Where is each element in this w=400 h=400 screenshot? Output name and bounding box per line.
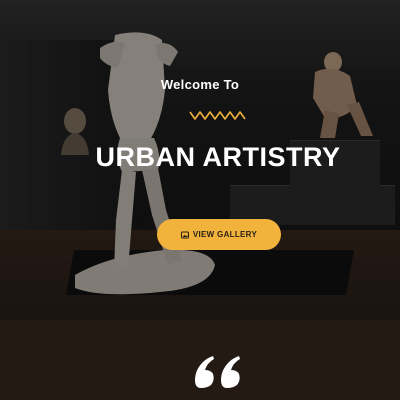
quote-icon (195, 356, 240, 388)
hero-welcome-text: Welcome To (160, 77, 240, 92)
gallery-icon (180, 231, 189, 238)
view-gallery-button[interactable]: VIEW GALLERY (157, 219, 281, 250)
zigzag-divider-icon (189, 111, 246, 120)
hero-title: URBAN ARTISTRY (95, 142, 341, 172)
view-gallery-label: VIEW GALLERY (192, 230, 258, 239)
hero-section: Welcome To URBAN ARTISTRY VIEW GALLERY (0, 0, 400, 320)
